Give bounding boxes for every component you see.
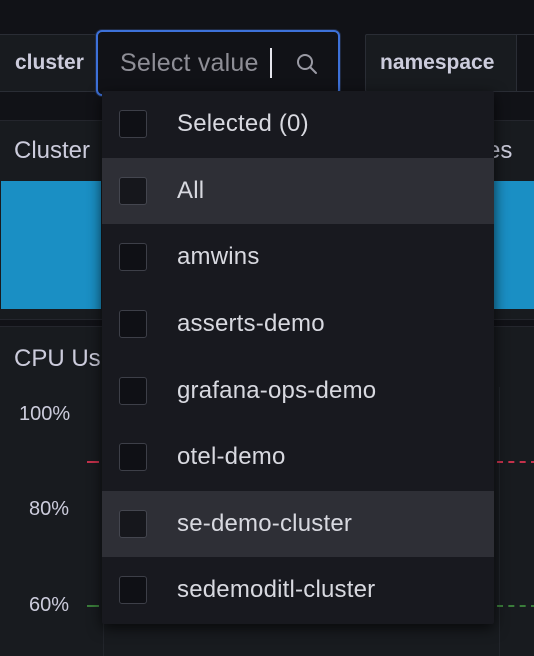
option-label: grafana-ops-demo xyxy=(177,376,377,404)
option-label: All xyxy=(177,176,205,204)
option-sedemoditl-cluster[interactable]: sedemoditl-cluster xyxy=(102,557,494,624)
option-checkbox[interactable] xyxy=(119,243,147,272)
threshold-line-green xyxy=(497,605,534,607)
cluster-stat-fill xyxy=(1,181,101,309)
option-label: sedemoditl-cluster xyxy=(177,576,376,604)
threshold-line-green xyxy=(87,605,99,607)
option-all[interactable]: All xyxy=(102,157,494,225)
cluster-options-dropdown: Selected (0) All amwins asserts-demo gra… xyxy=(102,91,494,624)
right-stat-fill xyxy=(491,181,534,309)
threshold-line-red xyxy=(87,461,99,463)
option-checkbox[interactable] xyxy=(119,376,147,405)
namespace-variable-label: namespace xyxy=(365,34,517,92)
option-checkbox[interactable] xyxy=(119,509,147,538)
option-label: otel-demo xyxy=(177,443,286,471)
option-amwins[interactable]: amwins xyxy=(102,224,494,291)
option-label: amwins xyxy=(177,243,260,271)
option-se-demo-cluster[interactable]: se-demo-cluster xyxy=(102,490,494,558)
cluster-panel-title: Cluster xyxy=(14,137,91,164)
option-label: se-demo-cluster xyxy=(177,509,353,537)
y-axis-tick-80: 80% xyxy=(29,498,70,520)
namespace-select-input[interactable] xyxy=(516,34,534,92)
option-label: asserts-demo xyxy=(177,310,325,338)
search-icon xyxy=(297,54,317,74)
y-axis-tick-100: 100% xyxy=(19,403,71,425)
option-checkbox[interactable] xyxy=(119,443,147,472)
dashboard-page: cluster Select value namespace Cluster e… xyxy=(0,0,534,656)
option-grafana-ops-demo[interactable]: grafana-ops-demo xyxy=(102,357,494,424)
option-checkbox[interactable] xyxy=(119,110,147,139)
text-cursor xyxy=(270,48,272,78)
cluster-select-input[interactable]: Select value xyxy=(96,30,340,96)
option-checkbox[interactable] xyxy=(119,176,147,205)
cluster-select-placeholder: Select value xyxy=(120,49,259,77)
option-label: Selected (0) xyxy=(177,110,309,138)
cluster-variable-label: cluster xyxy=(0,34,96,92)
grid-line xyxy=(499,387,500,656)
option-selected-count[interactable]: Selected (0) xyxy=(102,91,494,158)
y-axis-tick-60: 60% xyxy=(29,594,70,616)
option-asserts-demo[interactable]: asserts-demo xyxy=(102,291,494,358)
cpu-panel-title: CPU Us xyxy=(14,345,101,372)
option-otel-demo[interactable]: otel-demo xyxy=(102,424,494,491)
option-checkbox[interactable] xyxy=(119,576,147,605)
threshold-line-red xyxy=(497,461,534,463)
option-checkbox[interactable] xyxy=(119,310,147,339)
